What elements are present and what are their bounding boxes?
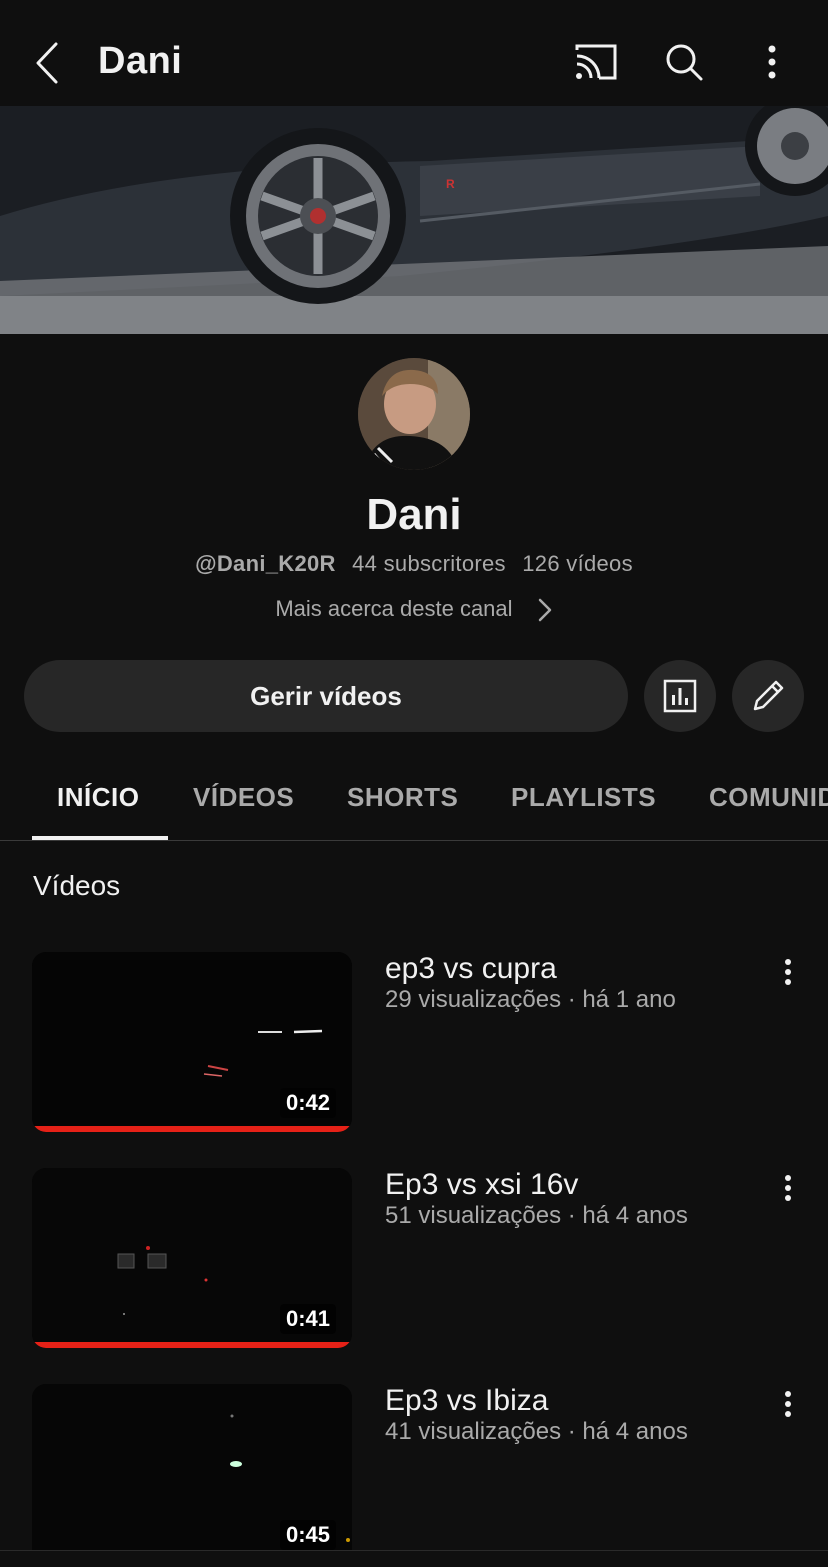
back-button[interactable] [28, 38, 68, 88]
video-item[interactable]: 0:45 Ep3 vs Ibiza 41 visualizações · há … [0, 1384, 828, 1564]
video-item[interactable]: 0:41 Ep3 vs xsi 16v 51 visualizações · h… [0, 1168, 828, 1348]
video-thumbnail[interactable]: 0:42 [32, 952, 352, 1132]
watched-progress-bar [32, 1342, 352, 1348]
watched-progress-bar [32, 1126, 352, 1132]
page-title: Dani [98, 40, 183, 82]
avatar-image [358, 358, 470, 470]
about-channel-label: Mais acerca deste canal [275, 596, 513, 621]
banner-car-image: R [0, 106, 828, 334]
tab-playlists[interactable]: PLAYLISTS [511, 782, 656, 813]
video-duration: 0:41 [279, 1304, 336, 1334]
video-meta: 41 visualizações · há 4 anos [385, 1418, 688, 1445]
cast-button[interactable] [572, 38, 620, 86]
channel-meta: @Dani_K20R 44 subscritores 126 vídeos [0, 551, 828, 577]
analytics-icon [663, 679, 697, 713]
video-title[interactable]: Ep3 vs xsi 16v [385, 1168, 578, 1202]
video-duration: 0:42 [279, 1088, 336, 1118]
bottom-nav-edge [0, 1550, 828, 1567]
video-count: 126 vídeos [522, 551, 633, 576]
more-vert-icon [768, 45, 776, 79]
cast-icon [575, 44, 617, 80]
edit-pencil-icon [753, 680, 784, 711]
channel-banner: R [0, 106, 828, 334]
search-icon [666, 44, 703, 81]
video-thumbnail[interactable]: 0:45 [32, 1384, 352, 1564]
more-vert-icon [785, 959, 791, 985]
edit-channel-button[interactable] [732, 660, 804, 732]
video-meta: 29 visualizações · há 1 ano [385, 986, 676, 1013]
video-more-button[interactable] [772, 1170, 804, 1206]
subscriber-count: 44 subscritores [352, 551, 506, 576]
more-vert-icon [785, 1391, 791, 1417]
more-vert-icon [785, 1175, 791, 1201]
top-app-bar: Dani [0, 0, 828, 106]
chevron-right-icon [538, 598, 551, 622]
active-tab-indicator [32, 836, 168, 840]
search-button[interactable] [660, 38, 708, 86]
channel-tabs: INÍCIO VÍDEOS SHORTS PLAYLISTS COMUNIDAD… [0, 760, 828, 841]
section-title: Vídeos [33, 870, 121, 901]
tab-videos[interactable]: VÍDEOS [193, 782, 294, 813]
video-more-button[interactable] [772, 954, 804, 990]
about-channel-link[interactable]: Mais acerca deste canal [0, 596, 828, 623]
video-title[interactable]: ep3 vs cupra [385, 952, 557, 986]
channel-name: Dani [366, 490, 462, 539]
video-thumbnail[interactable]: 0:41 [32, 1168, 352, 1348]
analytics-button[interactable] [644, 660, 716, 732]
tab-community[interactable]: COMUNIDADE [709, 782, 828, 813]
tab-home[interactable]: INÍCIO [57, 782, 139, 813]
channel-handle: @Dani_K20R [195, 551, 336, 576]
video-more-button[interactable] [772, 1386, 804, 1422]
video-duration: 0:45 [279, 1520, 336, 1550]
manage-videos-button[interactable]: Gerir vídeos [24, 660, 628, 732]
video-item[interactable]: 0:42 ep3 vs cupra 29 visualizações · há … [0, 952, 828, 1132]
more-options-button[interactable] [748, 38, 796, 86]
svg-text:R: R [446, 177, 455, 191]
video-meta: 51 visualizações · há 4 anos [385, 1202, 688, 1229]
video-title[interactable]: Ep3 vs Ibiza [385, 1384, 548, 1418]
back-icon [36, 42, 58, 84]
tab-shorts[interactable]: SHORTS [347, 782, 458, 813]
channel-avatar[interactable] [358, 358, 470, 470]
